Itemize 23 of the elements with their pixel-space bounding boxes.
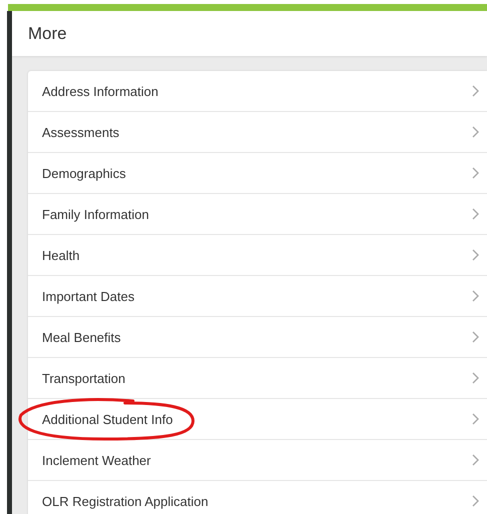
chevron-right-icon	[472, 290, 479, 302]
menu-item[interactable]: Address Information	[28, 71, 487, 112]
menu-item[interactable]: OLR Registration Application	[28, 481, 487, 514]
menu-item[interactable]: Health	[28, 235, 487, 276]
page-title: More	[28, 24, 67, 44]
chevron-right-icon	[472, 495, 479, 507]
menu-item[interactable]: Additional Student Info	[28, 399, 487, 440]
menu-item[interactable]: Important Dates	[28, 276, 487, 317]
menu-item[interactable]: Demographics	[28, 153, 487, 194]
chevron-right-icon	[472, 208, 479, 220]
menu-item[interactable]: Family Information	[28, 194, 487, 235]
menu-item[interactable]: Assessments	[28, 112, 487, 153]
menu-item[interactable]: Transportation	[28, 358, 487, 399]
chevron-right-icon	[472, 331, 479, 343]
chevron-right-icon	[472, 454, 479, 466]
chevron-right-icon	[472, 413, 479, 425]
chevron-right-icon	[472, 85, 479, 97]
chevron-right-icon	[472, 126, 479, 138]
chevron-right-icon	[472, 249, 479, 261]
menu-item[interactable]: Meal Benefits	[28, 317, 487, 358]
chevron-right-icon	[472, 372, 479, 384]
chevron-right-icon	[472, 167, 479, 179]
menu-item[interactable]: Inclement Weather	[28, 440, 487, 481]
